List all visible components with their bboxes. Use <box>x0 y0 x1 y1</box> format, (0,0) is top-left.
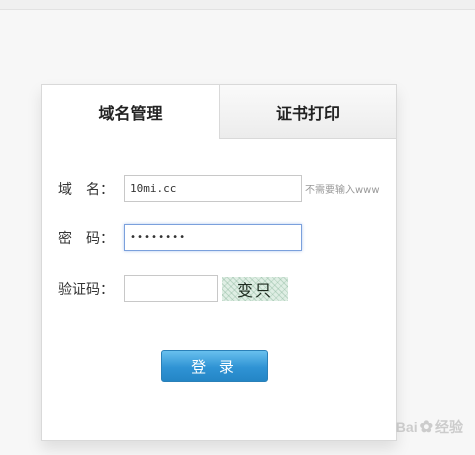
password-row: 密 码： <box>58 224 302 251</box>
captcha-label: 验证码： <box>58 281 114 298</box>
paw-icon: ✿ <box>419 419 433 436</box>
baidu-watermark: Bai ✿ 经验 <box>396 417 463 437</box>
tab-domain-management[interactable]: 域名管理 <box>42 85 219 139</box>
domain-input[interactable] <box>124 175 302 202</box>
watermark-suffix: 经验 <box>435 419 463 435</box>
tab-certificate-print[interactable]: 证书打印 <box>219 85 396 139</box>
password-input[interactable] <box>124 224 302 251</box>
captcha-image[interactable]: 变只 <box>222 276 288 301</box>
domain-hint: 不需要输入www <box>305 185 380 196</box>
top-bar <box>0 0 475 10</box>
tab-bar: 域名管理 证书打印 <box>42 85 396 139</box>
domain-label: 域 名： <box>58 181 114 198</box>
domain-row: 域 名： 不需要输入www <box>58 175 380 202</box>
password-label: 密 码： <box>58 230 114 247</box>
captcha-row: 验证码： 变只 <box>58 275 288 302</box>
captcha-input[interactable] <box>124 275 218 302</box>
login-button[interactable]: 登 录 <box>161 350 268 382</box>
watermark-brand: Bai <box>395 419 418 435</box>
login-panel: 域名管理 证书打印 域 名： 不需要输入www 密 码： 验证码： 变只 登 录 <box>41 84 397 441</box>
